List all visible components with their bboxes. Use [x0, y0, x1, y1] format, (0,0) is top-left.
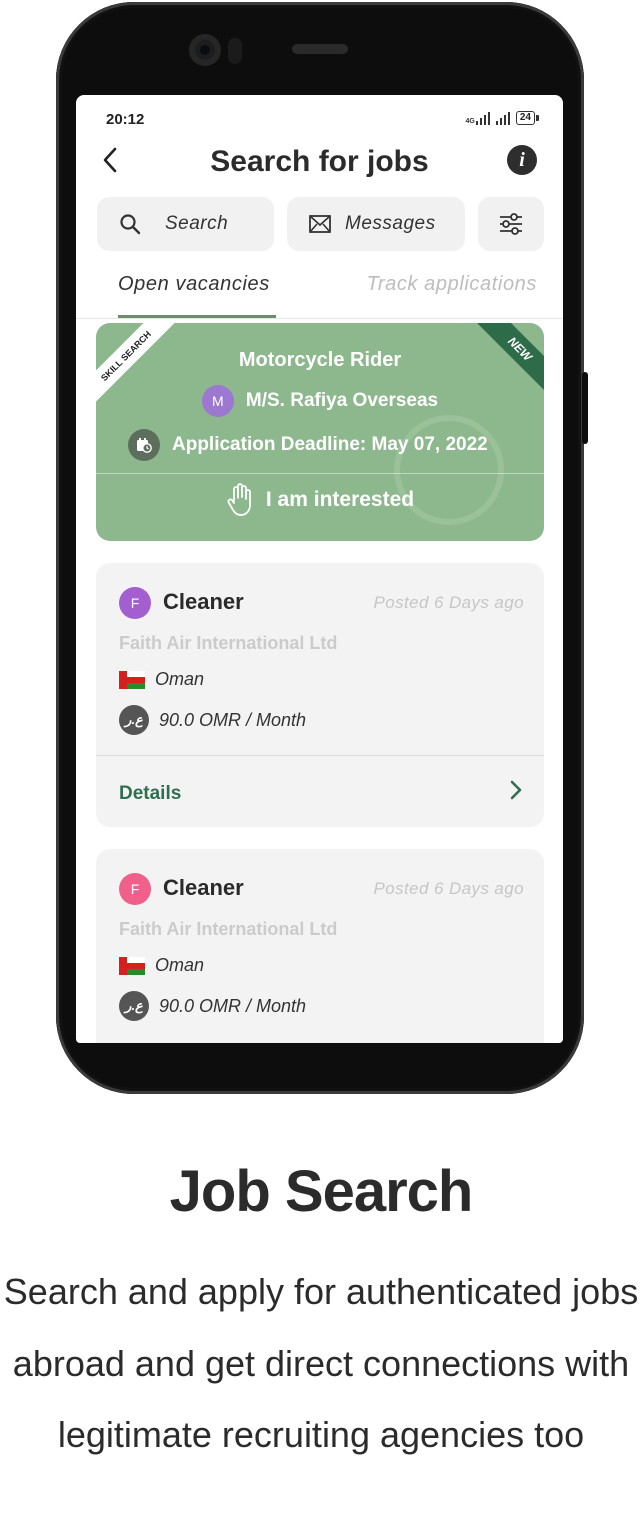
- signal-icon: [495, 111, 510, 125]
- company-avatar: M: [201, 385, 234, 417]
- proximity-sensor: [228, 38, 242, 64]
- active-tab-indicator: [118, 315, 276, 318]
- battery-icon: 24: [515, 111, 540, 125]
- toolbar: Search Messages: [97, 197, 544, 251]
- job-card[interactable]: F Cleaner Posted 6 Days ago Faith Air In…: [96, 563, 544, 827]
- posted-time: Posted 6 Days ago: [373, 879, 524, 898]
- job-card[interactable]: F Cleaner Posted 6 Days ago Faith Air In…: [96, 849, 544, 1043]
- front-camera: [189, 34, 221, 66]
- promo-title: Job Search: [169, 1159, 474, 1224]
- company-name: Faith Air International Ltd: [119, 919, 338, 939]
- application-deadline: Application Deadline: May 07, 2022: [128, 429, 488, 461]
- featured-divider: [96, 473, 544, 474]
- app-screen: 20:12 4G 24 Search for jobs i Search Mes…: [76, 95, 563, 1043]
- featured-job-title: Motorcycle Rider: [238, 349, 402, 371]
- power-button: [582, 372, 588, 444]
- company-avatar: F: [119, 587, 151, 619]
- deadline-text: Application Deadline: May 07, 2022: [172, 434, 488, 455]
- filter-button[interactable]: [478, 197, 544, 251]
- posted-time: Posted 6 Days ago: [373, 593, 524, 612]
- country-name: Oman: [155, 955, 205, 975]
- messages-button[interactable]: Messages: [287, 197, 465, 251]
- filter-icon: [500, 213, 522, 235]
- phone-frame: 20:12 4G 24 Search for jobs i Search Mes…: [56, 2, 588, 1094]
- network-type-label: 4G: [465, 118, 475, 125]
- details-link[interactable]: Details: [119, 783, 181, 805]
- mail-icon: [309, 215, 331, 233]
- search-button[interactable]: Search: [97, 197, 274, 251]
- featured-job-card[interactable]: SKILL SEARCH NEW Motorcycle Rider M M/S.…: [96, 323, 544, 541]
- card-divider: [96, 755, 544, 756]
- currency-icon: ع.ر: [119, 991, 149, 1021]
- tab-open-vacancies[interactable]: Open vacancies: [118, 273, 270, 296]
- salary-text: 90.0 OMR / Month: [159, 995, 307, 1016]
- currency-icon: ع.ر: [119, 705, 149, 735]
- job-title: Cleaner: [163, 875, 244, 900]
- info-icon[interactable]: i: [507, 145, 537, 175]
- tab-bar: Open vacancies Track applications: [76, 265, 563, 319]
- hand-icon: [227, 483, 251, 516]
- battery-level: 24: [519, 112, 531, 123]
- calendar-clock-icon: [128, 429, 160, 461]
- oman-flag-icon: [119, 670, 145, 689]
- promo-description: Search and apply for authenticated jobs …: [3, 1271, 639, 1455]
- status-time: 20:12: [106, 111, 145, 128]
- featured-company: M M/S. Rafiya Overseas: [96, 385, 544, 417]
- earpiece-speaker: [292, 44, 348, 54]
- company-name: Faith Air International Ltd: [119, 633, 338, 653]
- messages-label: Messages: [345, 213, 436, 234]
- job-country: Oman: [119, 955, 204, 976]
- job-country: Oman: [119, 669, 204, 690]
- oman-flag-icon: [119, 956, 145, 975]
- interested-label: I am interested: [265, 488, 415, 511]
- chevron-right-icon[interactable]: [510, 779, 522, 807]
- page-title: Search for jobs: [210, 145, 429, 178]
- salary-text: 90.0 OMR / Month: [159, 709, 307, 730]
- status-icons: 4G 24: [466, 111, 540, 125]
- app-header: Search for jobs i: [76, 141, 563, 181]
- company-avatar: F: [119, 873, 151, 905]
- search-icon: [120, 214, 141, 235]
- search-label: Search: [165, 213, 229, 234]
- status-bar: 20:12 4G 24: [76, 109, 563, 131]
- cellular-4g-icon: 4G: [466, 111, 490, 125]
- featured-company-name: M/S. Rafiya Overseas: [245, 390, 439, 411]
- country-name: Oman: [155, 669, 205, 689]
- interested-button[interactable]: I am interested: [96, 483, 544, 517]
- job-salary: ع.ر 90.0 OMR / Month: [119, 991, 306, 1021]
- tab-track-applications[interactable]: Track applications: [367, 273, 538, 296]
- job-salary: ع.ر 90.0 OMR / Month: [119, 705, 306, 735]
- job-title: Cleaner: [163, 589, 244, 614]
